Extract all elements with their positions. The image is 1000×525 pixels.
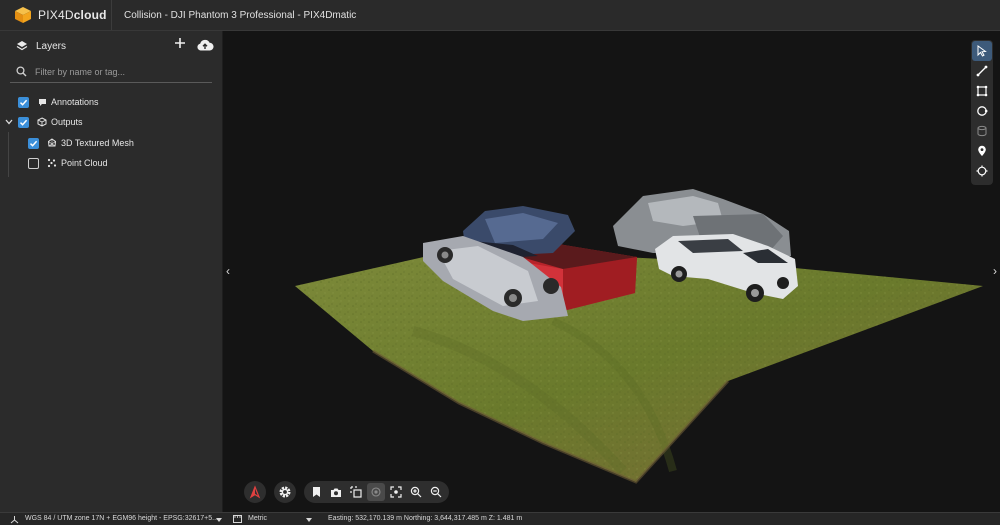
cube-icon — [37, 117, 47, 127]
layer-row-point-cloud[interactable]: Point Cloud — [28, 154, 108, 172]
crosshair-tool[interactable] — [972, 161, 992, 181]
bookmark-button[interactable] — [307, 483, 325, 501]
axes-icon — [10, 516, 19, 524]
compass-icon — [249, 485, 261, 499]
point-cloud-icon — [47, 158, 57, 168]
add-layer-button[interactable] — [172, 37, 188, 53]
pix4d-logo-icon — [15, 7, 31, 23]
search-icon — [16, 66, 27, 77]
layers-icon — [16, 41, 28, 51]
layer-label: 3D Textured Mesh — [61, 138, 134, 148]
zoom-in-button[interactable] — [407, 483, 425, 501]
plus-icon — [175, 38, 185, 48]
layer-label: Outputs — [51, 117, 83, 127]
layers-panel: Layers Filter by name or tag... Annotati… — [0, 31, 223, 512]
gear-icon — [279, 486, 291, 498]
layer-label: Annotations — [51, 97, 99, 107]
bookmark-icon — [312, 487, 320, 497]
top-header: PIX4Dcloud Collision - DJI Phantom 3 Pro… — [0, 0, 1000, 31]
measurement-toolbar — [971, 40, 993, 185]
crs-selector[interactable]: WGS 84 / UTM zone 17N + EGM96 height - E… — [25, 515, 218, 522]
annotations-checkbox[interactable] — [18, 96, 29, 108]
check-icon — [29, 140, 38, 147]
point-cloud-checkbox[interactable] — [28, 157, 39, 169]
view-toolbar — [304, 481, 449, 503]
settings-button[interactable] — [274, 481, 296, 503]
distance-tool[interactable] — [972, 61, 992, 81]
units-selector[interactable]: Metric — [248, 515, 267, 522]
ruler-icon — [233, 515, 242, 523]
crosshair-icon — [976, 165, 988, 177]
check-icon — [19, 119, 28, 126]
tree-guide-line — [8, 132, 9, 177]
layer-label: Point Cloud — [61, 158, 108, 168]
location-pin-icon — [978, 145, 986, 156]
project-title: Collision - DJI Phantom 3 Professional -… — [124, 9, 357, 21]
outputs-checkbox[interactable] — [18, 116, 29, 128]
north-compass-button[interactable] — [244, 481, 266, 503]
brand-name: PIX4Dcloud — [38, 8, 107, 22]
fit-icon — [390, 486, 402, 498]
layers-title: Layers — [36, 40, 67, 52]
layer-row-3d-textured-mesh[interactable]: 3D Textured Mesh — [28, 134, 134, 152]
volume-icon — [977, 125, 987, 137]
upload-button[interactable] — [196, 38, 216, 54]
zoom-in-icon — [410, 486, 422, 498]
crop-button[interactable] — [347, 483, 365, 501]
target-icon — [371, 487, 381, 497]
dropdown-arrow-icon[interactable] — [306, 518, 312, 522]
cursor-coordinates: Easting: 532,170.139 m Northing: 3,644,3… — [328, 515, 523, 522]
select-icon — [977, 45, 987, 57]
volume-tool[interactable] — [972, 121, 992, 141]
crop-icon — [350, 486, 362, 498]
brand-logo[interactable]: PIX4Dcloud — [0, 0, 112, 30]
status-bar: WGS 84 / UTM zone 17N + EGM96 height - E… — [0, 512, 1000, 525]
dropdown-arrow-icon[interactable] — [216, 518, 222, 522]
collapse-left-arrow[interactable]: ‹ — [223, 263, 233, 279]
layers-header: Layers — [0, 31, 222, 61]
comment-icon — [37, 97, 47, 107]
circle-icon — [977, 106, 988, 116]
app-root: PIX4Dcloud Collision - DJI Phantom 3 Pro… — [0, 0, 1000, 525]
cloud-upload-icon — [197, 39, 214, 51]
layer-search — [10, 61, 212, 83]
check-icon — [19, 99, 28, 106]
mesh-checkbox[interactable] — [28, 137, 39, 149]
screenshot-button[interactable] — [327, 483, 345, 501]
camera-icon — [331, 488, 341, 497]
zoom-out-icon — [430, 486, 442, 498]
layer-row-outputs[interactable]: Outputs — [4, 113, 83, 131]
zoom-out-button[interactable] — [427, 483, 445, 501]
select-tool[interactable] — [972, 41, 992, 61]
expand-right-arrow[interactable]: › — [990, 263, 1000, 279]
textured-mesh-scene[interactable] — [223, 31, 1000, 512]
distance-icon — [976, 65, 988, 77]
chevron-down-icon[interactable] — [4, 119, 14, 125]
mesh-icon — [47, 138, 57, 148]
circle-tool[interactable] — [972, 101, 992, 121]
fit-view-button[interactable] — [387, 483, 405, 501]
layer-row-annotations[interactable]: Annotations — [18, 93, 99, 111]
3d-viewport[interactable]: ‹ › — [223, 31, 1000, 512]
layer-search-input[interactable] — [35, 66, 205, 77]
target-button[interactable] — [367, 483, 385, 501]
area-tool[interactable] — [972, 81, 992, 101]
area-icon — [976, 85, 988, 97]
location-pin-tool[interactable] — [972, 141, 992, 161]
